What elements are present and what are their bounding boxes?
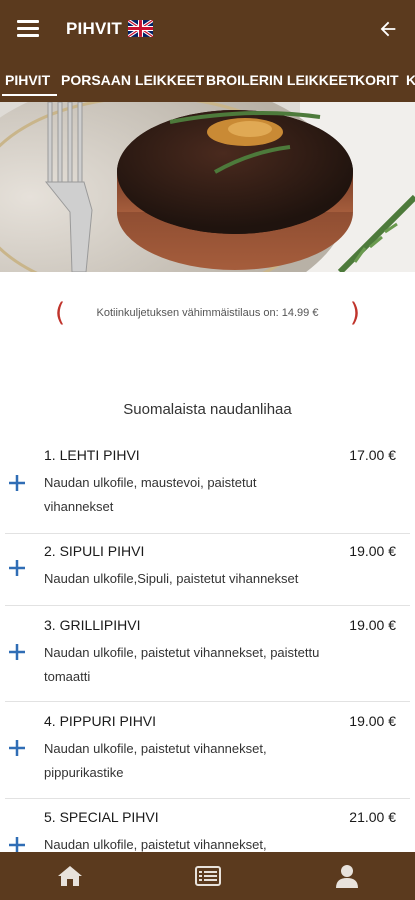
page-title: PIHVIT xyxy=(66,19,122,38)
item-price: 19.00 € xyxy=(349,543,396,559)
menu-item[interactable]: 4. PIPPURI PIHVI 19.00 € Naudan ulkofile… xyxy=(0,702,415,799)
tab-porsaan-leikkeet[interactable]: PORSAAN LEIKKEET xyxy=(61,72,204,88)
menu-item[interactable]: 1. LEHTI PIHVI 17.00 € Naudan ulkofile, … xyxy=(0,440,415,534)
category-tabs: PIHVIT PORSAAN LEIKKEET BROILERIN LEIKKE… xyxy=(0,60,415,102)
user-icon[interactable] xyxy=(334,864,360,888)
app-bar: PIHVIT xyxy=(0,0,415,60)
item-description-line: tomaatti xyxy=(44,669,91,684)
menu-item[interactable]: 2. SIPULI PIHVI 19.00 € Naudan ulkofile,… xyxy=(0,534,415,606)
item-price: 19.00 € xyxy=(349,617,396,633)
item-description-line: Naudan ulkofile,Sipuli, paistetut vihann… xyxy=(44,571,299,586)
uk-flag-icon[interactable] xyxy=(128,20,153,37)
item-price: 17.00 € xyxy=(349,447,396,463)
section-title: Suomalaista naudanlihaa xyxy=(123,401,292,418)
menu-item[interactable]: 3. GRILLIPIHVI 19.00 € Naudan ulkofile, … xyxy=(0,606,415,702)
minimum-order-notice: ( Kotiinkuljetuksen vähimmäistilaus on: … xyxy=(55,299,360,329)
plus-icon[interactable] xyxy=(7,473,27,493)
arrow-left-icon[interactable] xyxy=(377,18,399,40)
tab-pihvit[interactable]: PIHVIT xyxy=(5,72,50,88)
hamburger-menu-icon[interactable] xyxy=(17,20,39,38)
notice-text: Kotiinkuljetuksen vähimmäistilaus on: 14… xyxy=(96,307,319,319)
item-description-line: vihannekset xyxy=(44,499,114,514)
item-name: 3. GRILLIPIHVI xyxy=(44,617,141,633)
item-description-line: Naudan ulkofile, paistetut vihannekset, xyxy=(44,837,267,852)
item-price: 19.00 € xyxy=(349,713,396,729)
bottom-navigation xyxy=(0,852,415,900)
item-description-line: Naudan ulkofile, paistetut vihannekset, xyxy=(44,741,267,756)
active-tab-indicator xyxy=(2,94,57,96)
item-description-line: pippurikastike xyxy=(44,765,124,780)
item-name: 4. PIPPURI PIHVI xyxy=(44,713,157,729)
item-name: 2. SIPULI PIHVI xyxy=(44,543,145,559)
plus-icon[interactable] xyxy=(7,738,27,758)
menu-item[interactable]: 5. SPECIAL PIHVI 21.00 € Naudan ulkofile… xyxy=(0,799,415,852)
plus-icon[interactable] xyxy=(7,642,27,662)
tab-more[interactable]: K xyxy=(406,72,415,88)
plus-icon[interactable] xyxy=(7,558,27,578)
tab-broilerin-leikkeet[interactable]: BROILERIN LEIKKEET xyxy=(206,72,356,88)
menu-list-icon[interactable] xyxy=(195,864,221,888)
tab-korit[interactable]: KORIT xyxy=(355,72,399,88)
steak-hero-image xyxy=(0,102,415,272)
item-description-line: Naudan ulkofile, paistetut vihannekset, … xyxy=(44,645,320,660)
plus-icon[interactable] xyxy=(7,835,27,852)
item-name: 5. SPECIAL PIHVI xyxy=(44,809,159,825)
item-price: 21.00 € xyxy=(349,809,396,825)
home-icon[interactable] xyxy=(57,864,83,888)
item-name: 1. LEHTI PIHVI xyxy=(44,447,140,463)
item-description-line: Naudan ulkofile, maustevoi, paistetut xyxy=(44,475,257,490)
notice-right-bracket: ) xyxy=(349,298,360,328)
